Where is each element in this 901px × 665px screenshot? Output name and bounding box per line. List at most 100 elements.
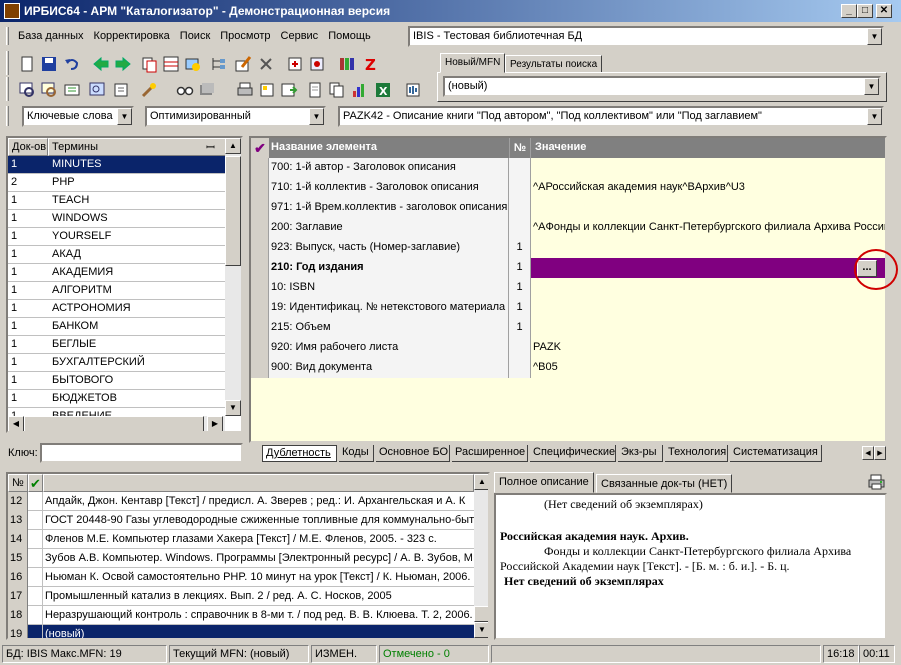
record-row[interactable]: 15 Зубов А.В. Компьютер. Windows. Програм… <box>8 549 474 568</box>
chevron-down-icon[interactable]: ▼ <box>117 108 132 125</box>
scroll-thumb[interactable] <box>474 606 488 622</box>
forward-icon[interactable] <box>114 55 132 73</box>
field-row[interactable]: 971: 1-й Врем.коллектив - заголовок опис… <box>251 198 885 218</box>
column-header-docs[interactable]: Док-ов <box>8 138 48 156</box>
record-row[interactable]: 14 Фленов М.Е. Компьютер глазами Хакера [… <box>8 530 474 549</box>
field-value[interactable] <box>531 318 885 338</box>
back-icon[interactable] <box>92 55 110 73</box>
field-row[interactable]: 215: Объем 1 <box>251 318 885 338</box>
mfn-select[interactable]: (новый) ▼ <box>443 76 881 97</box>
print-icon[interactable] <box>868 473 886 491</box>
field-value[interactable] <box>531 198 885 218</box>
record-row[interactable]: 16 Ньюман К. Освой самостоятельно PHP. 10… <box>8 568 474 587</box>
record-mark[interactable] <box>28 606 43 625</box>
export-icon[interactable] <box>308 55 326 73</box>
column-header-num[interactable]: № <box>8 474 28 492</box>
delete-icon[interactable] <box>257 55 275 73</box>
field-value[interactable]: ^B05 <box>531 358 885 378</box>
field-value[interactable] <box>531 238 885 258</box>
search-results-icon[interactable] <box>88 81 106 99</box>
term-row[interactable]: 1 АКАДЕМИЯ <box>8 264 225 282</box>
edit-icon[interactable] <box>234 55 252 73</box>
worksheet-select[interactable]: PAZK42 - Описание книги "Под автором", "… <box>338 106 884 127</box>
field-value[interactable]: ^AФонды и коллекции Санкт-Петербургского… <box>531 218 885 238</box>
copy-icon[interactable] <box>328 81 346 99</box>
menu-service[interactable]: Сервис <box>281 30 319 42</box>
settings-icon[interactable] <box>404 81 422 99</box>
scroll-left-icon[interactable]: ◀ <box>8 416 24 431</box>
save-icon[interactable] <box>40 55 58 73</box>
term-row[interactable]: 1 БУХГАЛТЕРСКИЙ <box>8 354 225 372</box>
field-value[interactable]: PAZK <box>531 338 885 358</box>
column-header-name[interactable]: Название элемента <box>271 141 377 153</box>
record-mark[interactable] <box>28 530 43 549</box>
term-row[interactable]: 2 PHP <box>8 174 225 192</box>
tab-scroll-right-icon[interactable]: ▶ <box>874 446 886 460</box>
editor-tab[interactable]: Расширенное <box>452 445 528 462</box>
menu-help[interactable]: Помощь <box>328 30 371 42</box>
scroll-down-icon[interactable]: ▼ <box>474 622 488 638</box>
field-row[interactable]: 700: 1-й автор - Заголовок описания <box>251 158 885 178</box>
term-row[interactable]: 1 БЫТОВОГО <box>8 372 225 390</box>
filter-icon[interactable] <box>63 81 81 99</box>
scroll-right-icon[interactable]: ▶ <box>207 416 223 431</box>
term-row[interactable]: 1 АКАД <box>8 246 225 264</box>
checkmark-icon[interactable]: ✔ <box>28 474 43 492</box>
scroll-down-icon[interactable]: ▼ <box>225 400 241 416</box>
tree-icon[interactable] <box>210 55 228 73</box>
editor-tab[interactable]: Коды <box>339 445 374 462</box>
field-value[interactable]: ^AРоссийская академия наук^BАрхив^U3 <box>531 178 885 198</box>
record-mark[interactable] <box>28 587 43 606</box>
dictionary-icon[interactable] <box>112 81 130 99</box>
chevron-down-icon[interactable]: ▼ <box>867 108 882 125</box>
close-button[interactable]: ✕ <box>876 4 892 18</box>
scroll-up-icon[interactable]: ▲ <box>474 474 488 490</box>
record-row[interactable]: 18 Неразрушающий контроль : справочник в … <box>8 606 474 625</box>
menu-database[interactable]: База данных <box>18 30 84 42</box>
record-row[interactable]: 19 (новый) <box>8 625 474 638</box>
document-icon[interactable] <box>306 81 324 99</box>
record-grid-icon[interactable] <box>162 55 180 73</box>
field-row[interactable]: 19: Идентификац. № нетекстового материал… <box>251 298 885 318</box>
field-value[interactable] <box>531 258 885 278</box>
field-row[interactable]: 710: 1-й коллектив - Заголовок описания ^… <box>251 178 885 198</box>
glasses-icon[interactable] <box>176 81 194 99</box>
record-row[interactable]: 12 Апдайк, Джон. Кентавр [Текст] / предис… <box>8 492 474 511</box>
scroll-thumb[interactable] <box>24 416 204 431</box>
field-value[interactable] <box>531 298 885 318</box>
editor-tab[interactable]: Технология <box>665 445 728 462</box>
record-mark[interactable] <box>28 511 43 530</box>
chevron-down-icon[interactable]: ▼ <box>309 108 324 125</box>
chevron-down-icon[interactable]: ▼ <box>864 78 879 95</box>
editor-tab[interactable]: Основное БО <box>376 445 450 462</box>
import-icon[interactable] <box>286 55 304 73</box>
checkmark-icon[interactable]: ✔ <box>251 138 269 158</box>
field-row[interactable]: 923: Выпуск, часть (Номер-заглавие) 1 <box>251 238 885 258</box>
column-header-num[interactable]: № <box>509 138 531 158</box>
record-mark[interactable] <box>28 568 43 587</box>
field-value[interactable] <box>531 278 885 298</box>
chevron-down-icon[interactable]: ▼ <box>867 28 882 45</box>
tab-full-description[interactable]: Полное описание <box>494 472 594 493</box>
column-header-terms[interactable]: Термины <box>48 138 226 156</box>
print-form-icon[interactable] <box>258 81 276 99</box>
maximize-button[interactable]: □ <box>857 4 873 18</box>
field-row[interactable]: 920: Имя рабочего листа PAZK <box>251 338 885 358</box>
menu-edit[interactable]: Корректировка <box>94 30 170 42</box>
term-row[interactable]: 1 WINDOWS <box>8 210 225 228</box>
menu-view[interactable]: Просмотр <box>220 30 270 42</box>
term-row[interactable]: 1 БАНКОМ <box>8 318 225 336</box>
record-mark[interactable] <box>28 625 43 638</box>
term-row[interactable]: 1 БЕГЛЫЕ <box>8 336 225 354</box>
term-row[interactable]: 1 MINUTES <box>8 156 225 174</box>
stack-icon[interactable] <box>198 81 216 99</box>
scroll-up-icon[interactable]: ▲ <box>225 138 241 154</box>
scroll-thumb[interactable] <box>225 156 241 266</box>
global-edit-icon[interactable] <box>184 55 202 73</box>
key-input[interactable] <box>40 443 243 463</box>
search-mode-select[interactable]: Ключевые слова ▼ <box>22 106 134 127</box>
column-header-value[interactable]: Значение <box>535 141 586 153</box>
wizard-icon[interactable] <box>140 81 158 99</box>
search-advanced-icon[interactable] <box>40 81 58 99</box>
record-mark[interactable] <box>28 492 43 511</box>
